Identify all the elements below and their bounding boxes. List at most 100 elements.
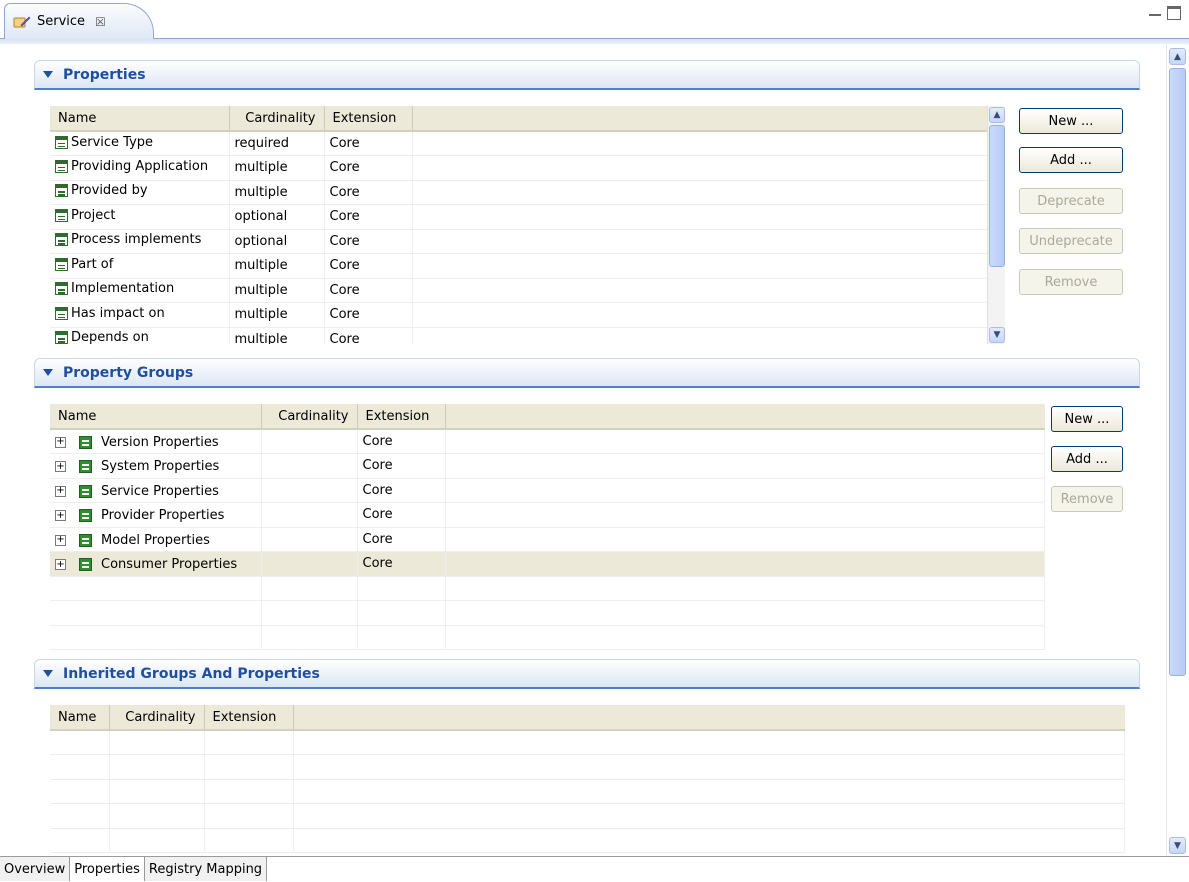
name-cell: Has impact on — [50, 302, 230, 328]
property-groups-section-header[interactable]: Property Groups — [34, 358, 1140, 388]
empty-row — [50, 779, 1125, 804]
cardinality-cell: optional — [229, 229, 325, 254]
groups-new-button[interactable]: New ... — [1051, 406, 1123, 432]
property-icon — [55, 159, 68, 173]
expand-plus-icon[interactable]: + — [55, 485, 66, 497]
empty-row — [50, 803, 1125, 829]
table-row[interactable]: Providing Application multiple Core — [50, 155, 1005, 181]
property-group-icon — [79, 509, 92, 522]
table-row[interactable]: Has impact on multiple Core — [50, 302, 1005, 328]
group-name: System Properties — [101, 459, 220, 474]
expand-twisty-icon[interactable] — [43, 670, 53, 677]
cardinality-cell: multiple — [229, 302, 325, 328]
table-row[interactable]: Project optional Core — [50, 204, 1005, 230]
cardinality-cell — [261, 502, 358, 528]
extension-cell: Core — [357, 429, 446, 454]
table-row[interactable]: Part of multiple Core — [50, 253, 1005, 279]
column-header-filler — [293, 705, 1125, 731]
cardinality-cell: multiple — [229, 180, 325, 205]
extension-cell: Core — [324, 204, 413, 230]
properties-remove-button[interactable]: Remove — [1019, 269, 1123, 295]
group-name: Model Properties — [101, 532, 210, 548]
properties-add-button[interactable]: Add ... — [1019, 147, 1123, 173]
expand-plus-icon[interactable]: + — [55, 534, 66, 546]
filler-cell — [412, 155, 1005, 181]
scroll-thumb[interactable] — [989, 125, 1005, 267]
name-cell: Service Type — [50, 131, 230, 156]
expand-plus-icon[interactable]: + — [55, 559, 66, 570]
expand-plus-icon[interactable]: + — [55, 461, 66, 472]
cardinality-cell — [261, 551, 358, 577]
property-groups-table: Name Cardinality Extension + Version Prop… — [50, 404, 1045, 650]
close-icon[interactable]: ☒ — [95, 15, 106, 29]
table-row[interactable]: Implementation multiple Core — [50, 278, 1005, 303]
table-row[interactable]: + Service Properties Core — [50, 478, 1045, 503]
properties-table-viewport: Name Cardinality Extension Service Type r… — [50, 106, 1005, 344]
column-header-cardinality[interactable]: Cardinality — [261, 404, 358, 430]
column-header-name[interactable]: Name — [50, 404, 262, 430]
table-row[interactable]: Provided by multiple Core — [50, 180, 1005, 205]
property-name: Provided by — [71, 183, 148, 199]
name-cell: Depends on — [50, 327, 230, 344]
table-row[interactable]: + Provider Properties Core — [50, 502, 1045, 528]
tab-overview[interactable]: Overview — [0, 857, 71, 881]
expand-twisty-icon[interactable] — [43, 71, 53, 78]
extension-cell: Core — [357, 551, 446, 577]
table-row[interactable]: + Model Properties Core — [50, 527, 1045, 552]
table-row[interactable]: Service Type required Core — [50, 131, 1005, 156]
column-header-name[interactable]: Name — [50, 705, 110, 731]
cardinality-cell — [261, 478, 358, 503]
minimize-icon[interactable] — [1149, 8, 1161, 16]
expand-plus-icon[interactable]: + — [55, 510, 66, 521]
tab-properties[interactable]: Properties — [70, 857, 145, 881]
editor-scrollbar[interactable]: ▲ ▼ — [1166, 44, 1187, 856]
filler-cell — [445, 453, 1045, 479]
property-name: Has impact on — [71, 305, 165, 321]
editor-tab-service[interactable]: Service ☒ — [4, 3, 154, 39]
column-header-extension[interactable]: Extension — [357, 404, 446, 430]
empty-row — [50, 625, 1045, 650]
scroll-thumb[interactable] — [1169, 68, 1186, 676]
table-row[interactable]: Process implements optional Core — [50, 229, 1005, 254]
filler-cell — [445, 429, 1045, 454]
table-row[interactable]: + Version Properties Core — [50, 429, 1045, 454]
extension-cell: Core — [324, 229, 413, 254]
scroll-up-arrow-icon[interactable]: ▲ — [989, 107, 1005, 123]
column-header-name[interactable]: Name — [50, 106, 230, 132]
scroll-down-arrow-icon[interactable]: ▼ — [1169, 837, 1186, 854]
group-name: Version Properties — [101, 434, 219, 450]
extension-cell: Core — [324, 253, 413, 279]
cardinality-cell: multiple — [229, 253, 325, 279]
scroll-down-arrow-icon[interactable]: ▼ — [989, 327, 1005, 343]
column-header-extension[interactable]: Extension — [204, 705, 294, 731]
name-cell: Provided by — [50, 180, 230, 205]
properties-new-button[interactable]: New ... — [1019, 108, 1123, 134]
properties-deprecate-button[interactable]: Deprecate — [1019, 188, 1123, 214]
scroll-up-arrow-icon[interactable]: ▲ — [1169, 48, 1186, 65]
expand-plus-icon[interactable]: + — [55, 436, 66, 448]
table-row[interactable]: Depends on multiple Core — [50, 327, 1005, 344]
table-row[interactable]: + System Properties Core — [50, 453, 1045, 479]
expand-twisty-icon[interactable] — [43, 369, 53, 376]
tab-registry-mapping[interactable]: Registry Mapping — [144, 857, 268, 881]
groups-remove-button[interactable]: Remove — [1051, 486, 1123, 512]
maximize-icon[interactable] — [1167, 6, 1181, 20]
column-header-cardinality[interactable]: Cardinality — [109, 705, 205, 731]
column-header-extension[interactable]: Extension — [324, 106, 413, 132]
properties-section-header[interactable]: Properties — [34, 60, 1140, 90]
property-icon — [55, 306, 68, 320]
property-name: Depends on — [71, 330, 149, 344]
cardinality-cell: multiple — [229, 278, 325, 303]
column-header-cardinality[interactable]: Cardinality — [229, 106, 325, 132]
name-cell: Providing Application — [50, 155, 230, 181]
section-title: Inherited Groups And Properties — [63, 665, 320, 682]
property-name: Project — [71, 207, 116, 223]
properties-table-scrollbar[interactable]: ▲ ▼ — [987, 106, 1005, 344]
table-row[interactable]: + Consumer Properties Core — [50, 551, 1045, 577]
properties-undeprecate-button[interactable]: Undeprecate — [1019, 228, 1123, 254]
groups-add-button[interactable]: Add ... — [1051, 446, 1123, 472]
inherited-section-header[interactable]: Inherited Groups And Properties — [34, 659, 1140, 689]
column-header-filler — [445, 404, 1045, 430]
group-name: Consumer Properties — [101, 557, 238, 572]
property-name: Implementation — [71, 281, 175, 297]
